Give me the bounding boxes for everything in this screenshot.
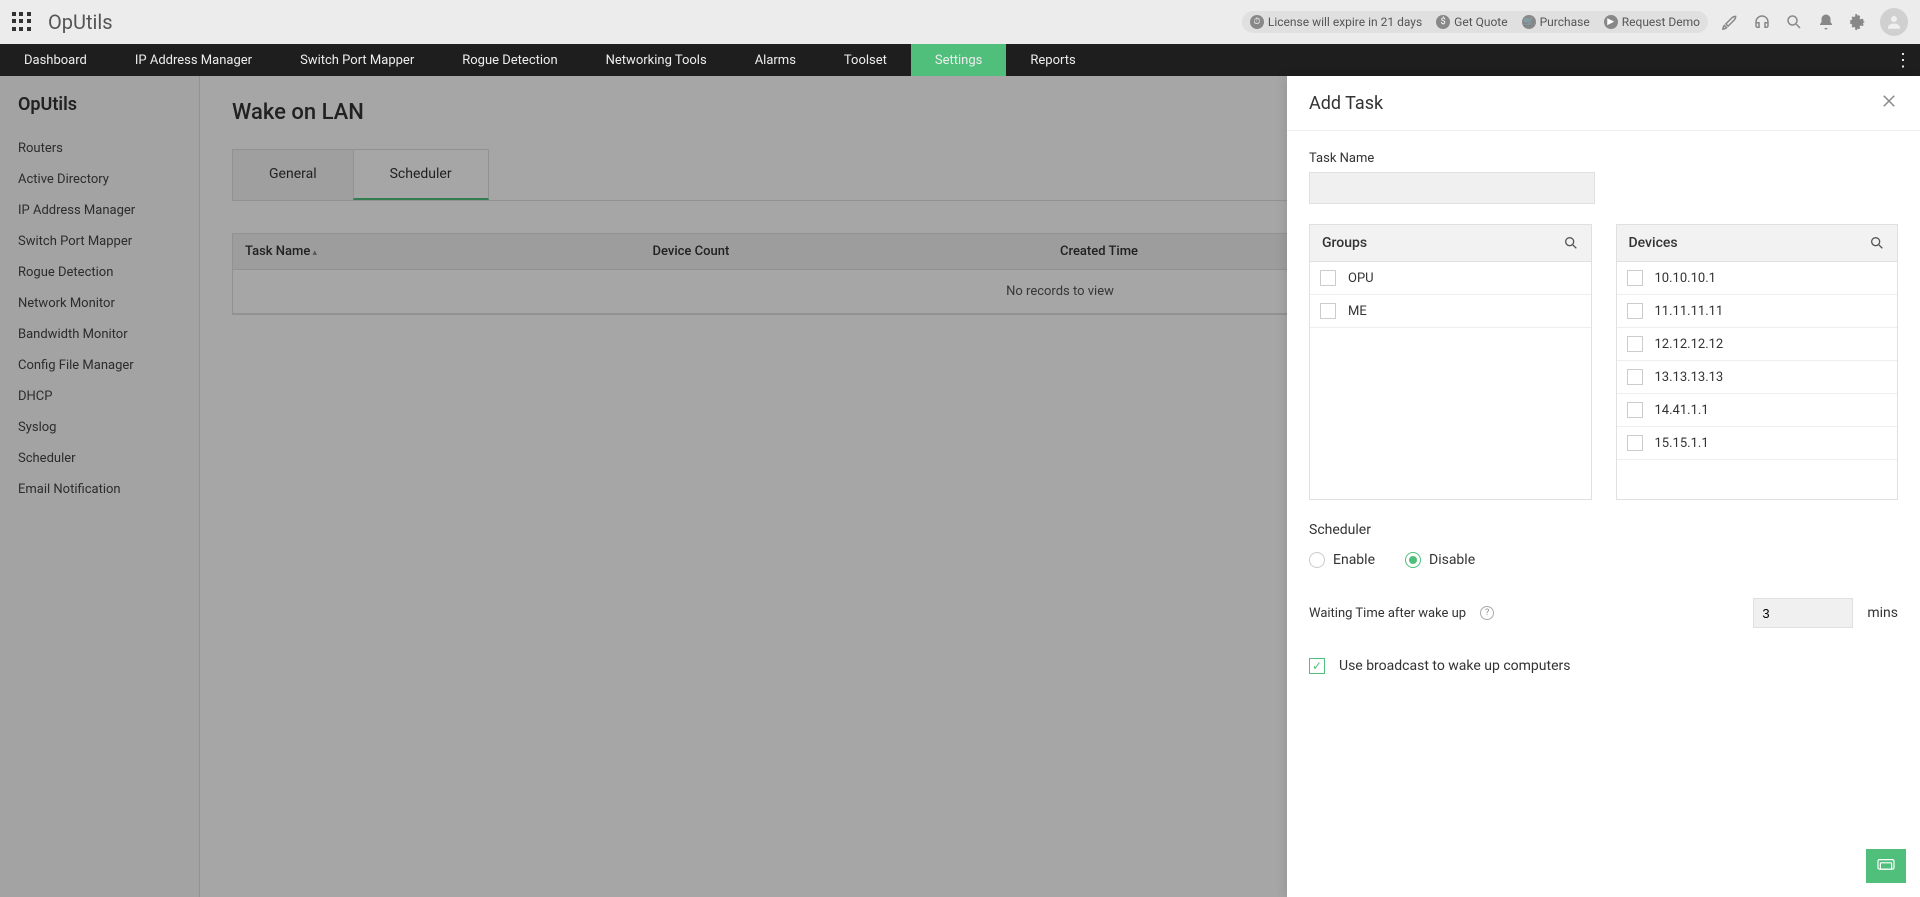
- group-name: OPU: [1348, 271, 1374, 286]
- checkbox[interactable]: [1320, 270, 1336, 286]
- checkbox[interactable]: [1627, 303, 1643, 319]
- device-ip: 12.12.12.12: [1655, 337, 1724, 352]
- headset-icon[interactable]: [1752, 12, 1772, 32]
- checkbox[interactable]: [1627, 270, 1643, 286]
- close-icon[interactable]: [1880, 92, 1898, 114]
- help-icon[interactable]: ?: [1480, 606, 1494, 620]
- checkbox[interactable]: [1320, 303, 1336, 319]
- app-logo-text: OpUtils: [48, 10, 113, 34]
- scheduler-enable-radio[interactable]: Enable: [1309, 552, 1375, 568]
- task-name-input[interactable]: [1309, 172, 1595, 204]
- add-task-panel: Add Task Task Name Groups OPU ME Devices: [1287, 76, 1920, 897]
- nav-item-dashboard[interactable]: Dashboard: [0, 44, 111, 76]
- list-item[interactable]: 11.11.11.11: [1617, 295, 1898, 328]
- device-ip: 11.11.11.11: [1655, 304, 1724, 319]
- nav-item-switch-port-mapper[interactable]: Switch Port Mapper: [276, 44, 438, 76]
- scheduler-section-label: Scheduler: [1309, 522, 1898, 538]
- broadcast-label: Use broadcast to wake up computers: [1339, 658, 1570, 674]
- nav-item-networking-tools[interactable]: Networking Tools: [582, 44, 731, 76]
- list-item[interactable]: OPU: [1310, 262, 1591, 295]
- user-avatar[interactable]: [1880, 8, 1908, 36]
- waiting-time-input[interactable]: [1753, 598, 1853, 628]
- group-name: ME: [1348, 304, 1367, 319]
- list-item[interactable]: 12.12.12.12: [1617, 328, 1898, 361]
- broadcast-checkbox[interactable]: [1309, 658, 1325, 674]
- search-icon[interactable]: [1563, 235, 1579, 251]
- search-icon[interactable]: [1784, 12, 1804, 32]
- chat-float-button[interactable]: [1866, 849, 1906, 883]
- nav-more-icon[interactable]: ⋮: [1894, 50, 1912, 71]
- scheduler-disable-radio[interactable]: Disable: [1405, 552, 1475, 568]
- license-text: License will expire in 21 days: [1268, 15, 1422, 29]
- checkbox[interactable]: [1627, 402, 1643, 418]
- nav-item-settings[interactable]: Settings: [911, 44, 1006, 76]
- apps-icon[interactable]: [12, 12, 32, 32]
- groups-listbox: Groups OPU ME: [1309, 224, 1592, 500]
- list-item[interactable]: 14.41.1.1: [1617, 394, 1898, 427]
- checkbox[interactable]: [1627, 369, 1643, 385]
- nav-item-toolset[interactable]: Toolset: [820, 44, 911, 76]
- nav-item-rogue-detection[interactable]: Rogue Detection: [438, 44, 581, 76]
- rocket-icon[interactable]: [1720, 12, 1740, 32]
- devices-header-label: Devices: [1629, 235, 1678, 251]
- checkbox[interactable]: [1627, 336, 1643, 352]
- device-ip: 13.13.13.13: [1655, 370, 1724, 385]
- list-item[interactable]: ME: [1310, 295, 1591, 328]
- device-ip: 15.15.1.1: [1655, 436, 1709, 451]
- device-ip: 14.41.1.1: [1655, 403, 1709, 418]
- groups-header-label: Groups: [1322, 235, 1367, 251]
- license-expiry[interactable]: ⏱License will expire in 21 days: [1250, 15, 1422, 29]
- panel-title: Add Task: [1309, 93, 1383, 114]
- main-nav: DashboardIP Address ManagerSwitch Port M…: [0, 44, 1920, 76]
- list-item[interactable]: 13.13.13.13: [1617, 361, 1898, 394]
- nav-item-ip-address-manager[interactable]: IP Address Manager: [111, 44, 276, 76]
- checkbox[interactable]: [1627, 435, 1643, 451]
- device-ip: 10.10.10.1: [1655, 271, 1716, 286]
- gear-icon[interactable]: [1848, 12, 1868, 32]
- get-quote-link[interactable]: $Get Quote: [1436, 15, 1507, 29]
- list-item[interactable]: 15.15.1.1: [1617, 427, 1898, 460]
- request-demo-link[interactable]: ▶Request Demo: [1604, 15, 1700, 29]
- task-name-label: Task Name: [1309, 151, 1898, 166]
- waiting-time-unit: mins: [1867, 605, 1898, 621]
- search-icon[interactable]: [1869, 235, 1885, 251]
- header-pill-group: ⏱License will expire in 21 days $Get Quo…: [1242, 11, 1708, 33]
- nav-item-alarms[interactable]: Alarms: [731, 44, 820, 76]
- purchase-link[interactable]: 🛒Purchase: [1522, 15, 1590, 29]
- bell-icon[interactable]: [1816, 12, 1836, 32]
- list-item[interactable]: 10.10.10.1: [1617, 262, 1898, 295]
- waiting-time-label: Waiting Time after wake up: [1309, 606, 1466, 621]
- devices-listbox: Devices 10.10.10.1 11.11.11.11 12.12.12.12…: [1616, 224, 1899, 500]
- nav-item-reports[interactable]: Reports: [1006, 44, 1099, 76]
